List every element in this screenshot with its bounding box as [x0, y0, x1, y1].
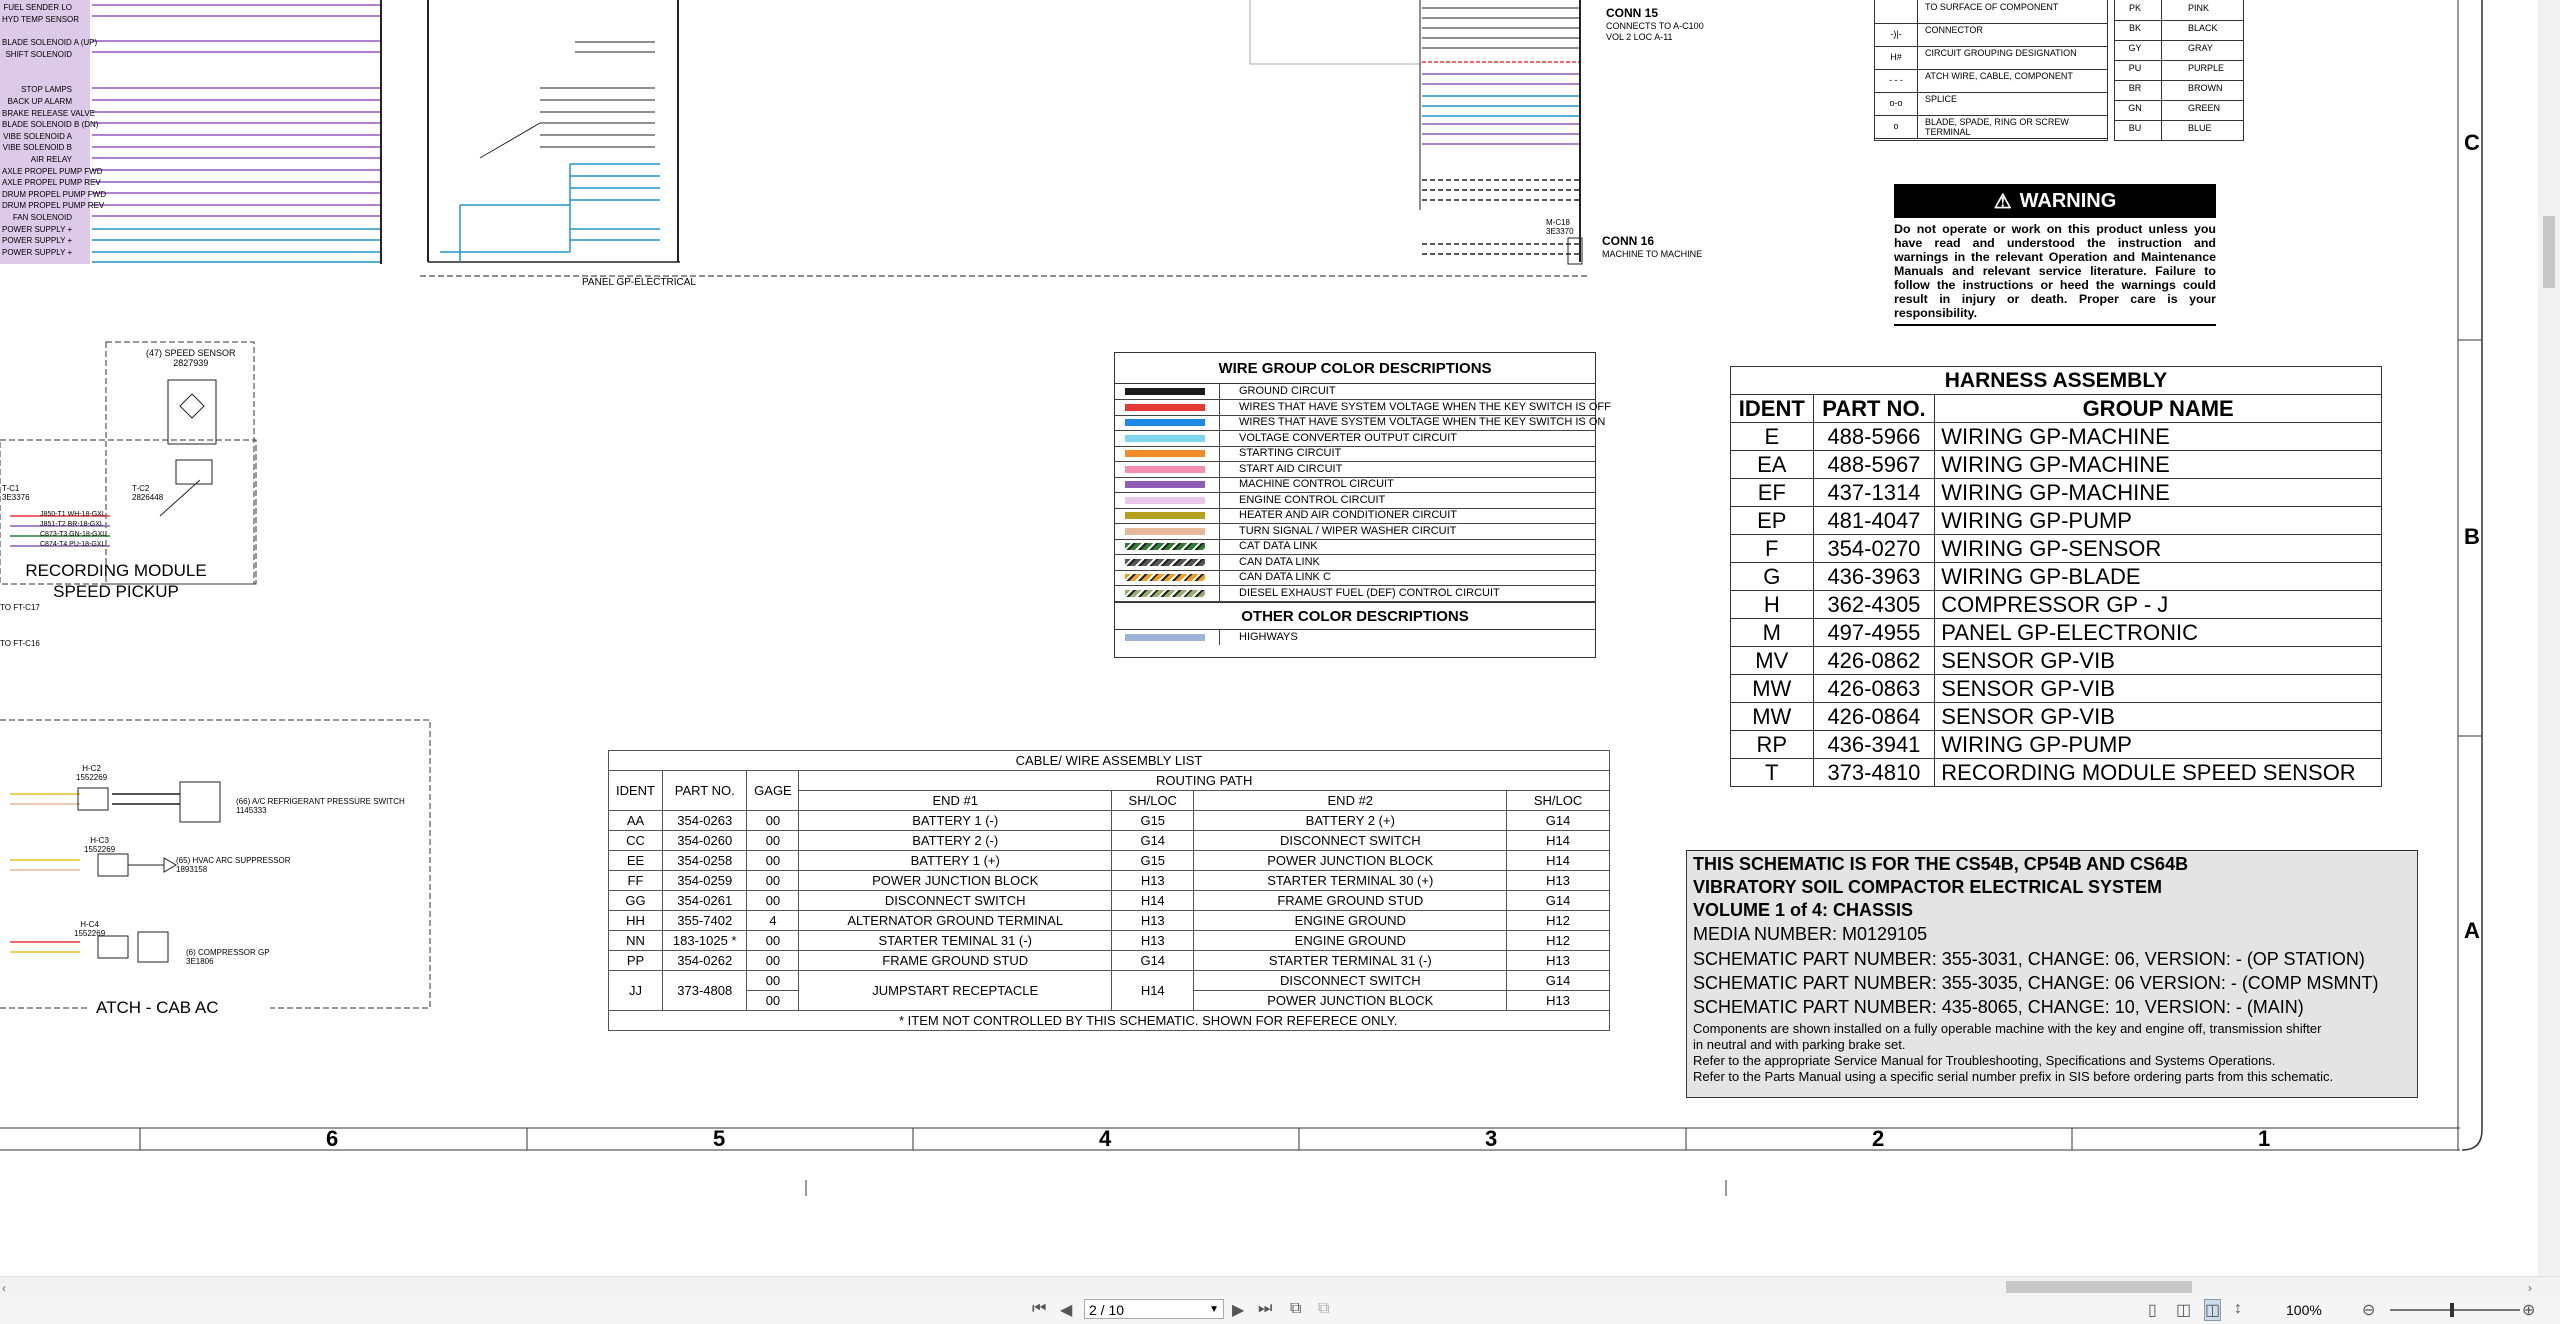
schematic-sheet: FUEL SENDER LO HYD TEMP SENSOR BLADE SOL…	[0, 0, 2560, 1276]
scroll-right-icon[interactable]: ›	[2528, 1281, 2532, 1295]
viewer-toolbar: ⏮ ◀ 2 / 10 ▼ ▶ ⏭ ⧉ ⧉ ▯ ◫ ◫ ↕ 100% ⊖ ⊕	[0, 1296, 2560, 1324]
scroll-left-icon[interactable]: ‹	[2, 1281, 6, 1295]
copy-icon[interactable]: ⧉	[1318, 1300, 1329, 1318]
vertical-scroll-thumb[interactable]	[2543, 216, 2555, 288]
grid-col-1: 1	[2258, 1126, 2271, 1151]
page-number-select[interactable]: 2 / 10 ▼	[1084, 1299, 1224, 1319]
zoom-in-icon[interactable]: ⊕	[2522, 1300, 2535, 1320]
horizontal-scrollbar[interactable]: ‹ ›	[0, 1276, 2560, 1297]
first-page-button[interactable]: ⏮	[1032, 1300, 1046, 1318]
grid-row-c: C	[2464, 130, 2480, 155]
grid-col-2: 2	[1872, 1126, 1885, 1151]
sheet-frame	[0, 0, 2483, 1196]
rotate-icon[interactable]: ⧉	[1290, 1300, 1301, 1318]
grid-row-b: B	[2464, 524, 2480, 549]
grid-col-4: 4	[1099, 1126, 1112, 1151]
vertical-scrollbar[interactable]	[2538, 0, 2560, 1276]
prev-page-button[interactable]: ◀	[1060, 1300, 1072, 1320]
zoom-out-icon[interactable]: ⊖	[2362, 1300, 2375, 1320]
grid-col-5: 5	[713, 1126, 726, 1151]
facing-view-icon[interactable]: ◫	[2204, 1299, 2222, 1321]
zoom-slider-handle[interactable]	[2450, 1303, 2454, 1317]
zoom-level[interactable]: 100%	[2286, 1302, 2322, 1318]
grid-row-a: A	[2464, 918, 2480, 943]
next-page-button[interactable]: ▶	[1232, 1300, 1244, 1320]
single-page-view-icon[interactable]: ▯	[2148, 1300, 2157, 1320]
grid-col-3: 3	[1485, 1126, 1498, 1151]
grid-col-6: 6	[326, 1126, 339, 1151]
horizontal-scroll-thumb[interactable]	[2006, 1281, 2192, 1293]
scroll-mode-icon[interactable]: ↕	[2234, 1300, 2242, 1318]
zoom-slider[interactable]	[2390, 1303, 2520, 1317]
last-page-button[interactable]: ⏭	[1258, 1300, 1272, 1318]
chevron-down-icon: ▼	[1209, 1304, 1219, 1315]
continuous-view-icon[interactable]: ◫	[2176, 1300, 2191, 1320]
